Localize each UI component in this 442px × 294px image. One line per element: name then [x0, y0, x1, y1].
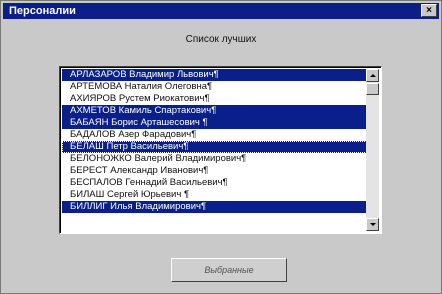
list-rows: АРЛАЗАРОВ Владимир Львович¶ АРТЕМОВА Ната…	[62, 69, 367, 213]
list-item[interactable]: БЕСПАЛОВ Геннадий Васильевич¶	[62, 177, 367, 189]
close-icon: ×	[426, 5, 432, 16]
list-item[interactable]: БЕЛАШ Петр Васильевич¶	[62, 141, 367, 153]
list-item[interactable]: АРЛАЗАРОВ Владимир Львович¶	[62, 69, 367, 81]
vertical-scrollbar[interactable]	[366, 69, 379, 231]
list-item[interactable]: АХМЕТОВ Камиль Спартакович¶	[62, 105, 367, 117]
list-item[interactable]: БАБАЯН Борис Арташесович ¶	[62, 117, 367, 129]
list-item[interactable]: АХИЯРОВ Рустем Риокатович¶	[62, 93, 367, 105]
list-heading: Список лучших	[185, 34, 257, 45]
list-item[interactable]: БАДАЛОВ Азер Фарадович¶	[62, 129, 367, 141]
list-item[interactable]: АРТЕМОВА Наталия Олеговна¶	[62, 81, 367, 93]
scroll-thumb[interactable]	[366, 83, 379, 95]
list-item[interactable]: БЕРЕСТ Александр Иванович¶	[62, 165, 367, 177]
list-item[interactable]: БИЛЛИГ Илья Владимирович¶	[62, 201, 367, 213]
scroll-down-button[interactable]	[366, 218, 379, 231]
list-item[interactable]: БЕЛОНОЖКО Валерий Владимирович¶	[62, 153, 367, 165]
people-listbox[interactable]: АРЛАЗАРОВ Владимир Львович¶ АРТЕМОВА Ната…	[59, 66, 382, 234]
title-bar[interactable]: Персоналии ×	[3, 3, 439, 19]
close-button[interactable]: ×	[421, 4, 437, 17]
dialog-window: Персоналии × Список лучших АРЛАЗАРОВ Вла…	[0, 0, 442, 294]
scroll-up-button[interactable]	[366, 69, 379, 82]
window-title: Персоналии	[9, 5, 76, 17]
selected-button[interactable]: Выбранные	[171, 258, 287, 282]
list-item[interactable]: БИЛАШ Сергей Юрьевич ¶	[62, 189, 367, 201]
